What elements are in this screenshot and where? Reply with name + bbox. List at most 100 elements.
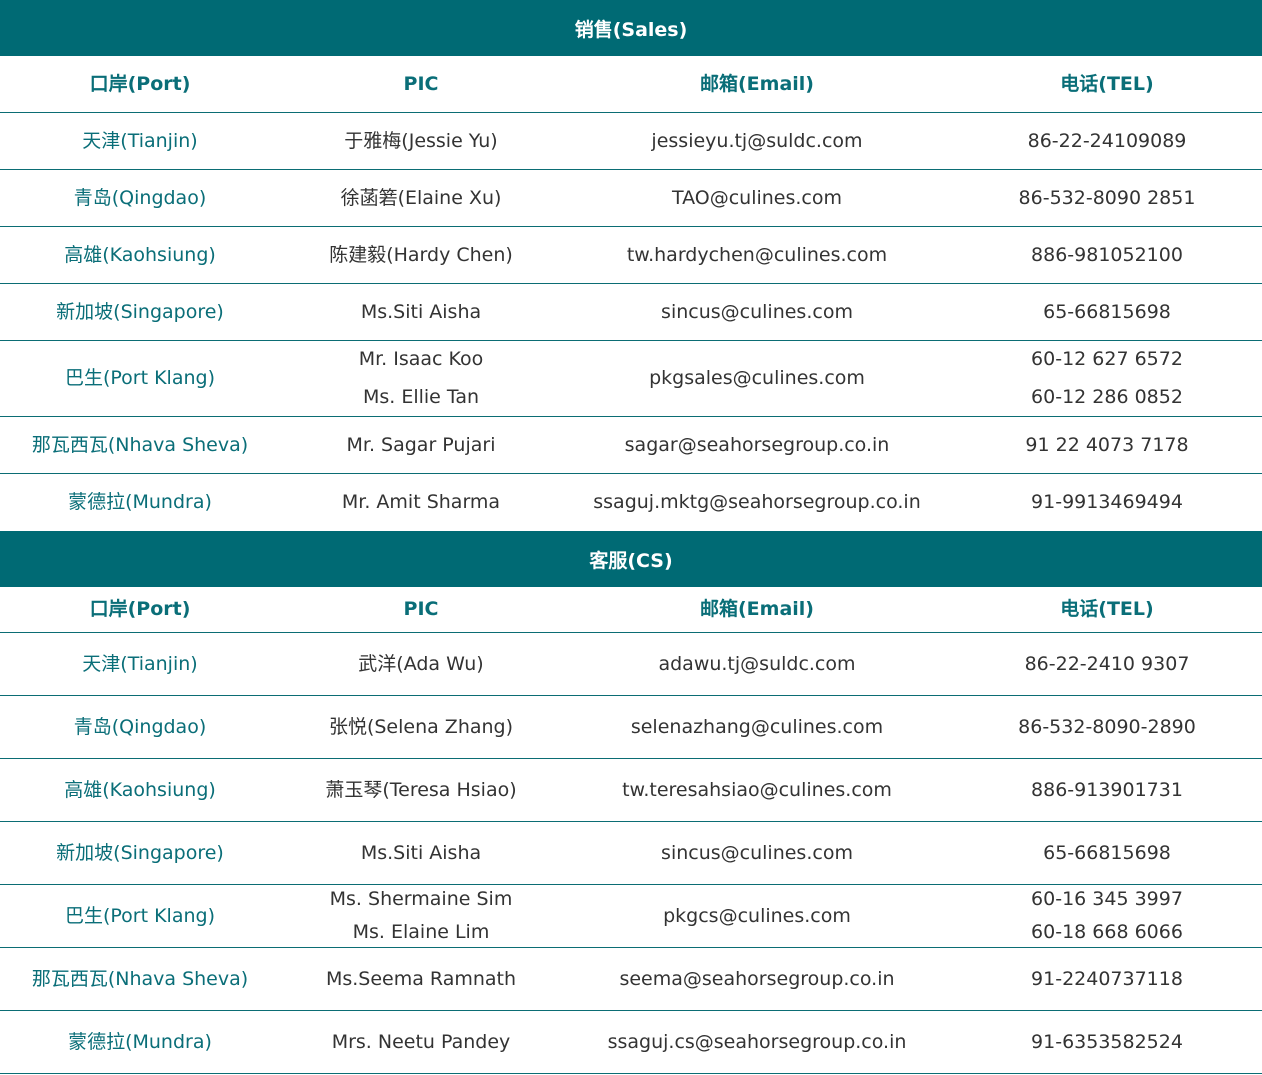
header-tel: 电话(TEL) <box>1060 598 1154 620</box>
header-email: 邮箱(Email) <box>700 598 814 620</box>
pic-cell: Mrs. Neetu Pandey <box>280 1011 562 1073</box>
pic-name: 武洋(Ada Wu) <box>358 652 484 675</box>
header-pic: PIC <box>403 72 439 95</box>
pic-name: 萧玉琴(Teresa Hsiao) <box>325 778 517 801</box>
tel-number: 886-913901731 <box>1031 778 1183 801</box>
sales-title-text: 销售(Sales) <box>574 18 688 41</box>
port-cell: 天津(Tianjin) <box>82 129 198 152</box>
pic-cell: 陈建毅(Hardy Chen) <box>280 227 562 283</box>
email-cell[interactable]: adawu.tj@suldc.com <box>562 633 952 695</box>
tel-number: 60-16 345 3997 <box>1031 888 1183 910</box>
email-cell[interactable]: ssaguj.cs@seahorsegroup.co.in <box>562 1011 952 1073</box>
pic-name: Ms.Siti Aisha <box>360 300 482 323</box>
table-row: 天津(Tianjin) 武洋(Ada Wu) adawu.tj@suldc.co… <box>0 633 1262 696</box>
header-email: 邮箱(Email) <box>700 72 814 95</box>
pic-name: Mr. Isaac Koo <box>358 348 484 370</box>
pic-cell: Ms.Siti Aisha <box>280 822 562 884</box>
tel-number: 886-981052100 <box>1031 243 1183 266</box>
pic-name: 于雅梅(Jessie Yu) <box>344 129 498 152</box>
port-cell: 青岛(Qingdao) <box>73 715 207 738</box>
table-row: 巴生(Port Klang) Mr. Isaac Koo Ms. Ellie T… <box>0 341 1262 417</box>
email-cell[interactable]: TAO@culines.com <box>562 170 952 226</box>
cs-header-row: 口岸(Port) PIC 邮箱(Email) 电话(TEL) <box>0 587 1262 633</box>
tel-number: 91-2240737118 <box>1031 967 1183 990</box>
port-cell: 天津(Tianjin) <box>82 652 198 675</box>
port-cell: 蒙德拉(Mundra) <box>68 1030 212 1053</box>
pic-cell: Mr. Isaac Koo Ms. Ellie Tan <box>280 341 562 416</box>
table-row: 高雄(Kaohsiung) 萧玉琴(Teresa Hsiao) tw.teres… <box>0 759 1262 822</box>
pic-name: Ms. Elaine Lim <box>352 921 490 943</box>
tel-number: 60-12 286 0852 <box>1031 386 1183 408</box>
header-tel: 电话(TEL) <box>1060 72 1154 95</box>
header-port: 口岸(Port) <box>89 72 191 95</box>
table-row: 那瓦西瓦(Nhava Sheva) Ms.Seema Ramnath seema… <box>0 948 1262 1011</box>
pic-cell: Mr. Amit Sharma <box>280 474 562 531</box>
tel-cell: 86-532-8090-2890 <box>952 696 1262 758</box>
pic-name: Ms. Shermaine Sim <box>329 888 513 910</box>
email-cell[interactable]: selenazhang@culines.com <box>562 696 952 758</box>
table-row: 高雄(Kaohsiung) 陈建毅(Hardy Chen) tw.hardych… <box>0 227 1262 284</box>
tel-number: 86-532-8090 2851 <box>1018 186 1196 209</box>
port-cell: 巴生(Port Klang) <box>64 904 215 927</box>
email-cell[interactable]: pkgsales@culines.com <box>562 341 952 416</box>
pic-name: Mrs. Neetu Pandey <box>331 1030 511 1053</box>
pic-name: 陈建毅(Hardy Chen) <box>329 243 513 266</box>
tel-cell: 86-532-8090 2851 <box>952 170 1262 226</box>
port-cell: 高雄(Kaohsiung) <box>64 243 216 266</box>
pic-name: Mr. Sagar Pujari <box>346 433 496 456</box>
table-row: 那瓦西瓦(Nhava Sheva) Mr. Sagar Pujari sagar… <box>0 417 1262 474</box>
table-row: 天津(Tianjin) 于雅梅(Jessie Yu) jessieyu.tj@s… <box>0 113 1262 170</box>
port-cell: 新加坡(Singapore) <box>56 841 224 864</box>
port-cell: 高雄(Kaohsiung) <box>64 778 216 801</box>
tel-cell: 91-9913469494 <box>952 474 1262 531</box>
table-row: 巴生(Port Klang) Ms. Shermaine Sim Ms. Ela… <box>0 885 1262 948</box>
sales-header-row: 口岸(Port) PIC 邮箱(Email) 电话(TEL) <box>0 56 1262 113</box>
email-cell[interactable]: ssaguj.mktg@seahorsegroup.co.in <box>562 474 952 531</box>
tel-number: 60-12 627 6572 <box>1031 348 1183 370</box>
port-cell: 新加坡(Singapore) <box>56 300 224 323</box>
port-cell: 那瓦西瓦(Nhava Sheva) <box>31 433 249 456</box>
pic-cell: 武洋(Ada Wu) <box>280 633 562 695</box>
email-cell[interactable]: jessieyu.tj@suldc.com <box>562 113 952 169</box>
cs-section-title: 客服(CS) <box>0 531 1262 587</box>
table-row: 蒙德拉(Mundra) Mrs. Neetu Pandey ssaguj.cs@… <box>0 1011 1262 1074</box>
email-cell[interactable]: seema@seahorsegroup.co.in <box>562 948 952 1010</box>
table-row: 新加坡(Singapore) Ms.Siti Aisha sincus@culi… <box>0 284 1262 341</box>
port-cell: 巴生(Port Klang) <box>64 367 215 389</box>
port-cell: 蒙德拉(Mundra) <box>68 491 212 513</box>
pic-cell: 徐菡箬(Elaine Xu) <box>280 170 562 226</box>
tel-cell: 65-66815698 <box>952 822 1262 884</box>
email-cell[interactable]: sincus@culines.com <box>562 822 952 884</box>
tel-cell: 91 22 4073 7178 <box>952 417 1262 473</box>
tel-number: 65-66815698 <box>1043 841 1171 864</box>
email-cell[interactable]: pkgcs@culines.com <box>562 885 952 947</box>
tel-cell: 91-6353582524 <box>952 1011 1262 1073</box>
email-cell[interactable]: sagar@seahorsegroup.co.in <box>562 417 952 473</box>
email-cell[interactable]: tw.hardychen@culines.com <box>562 227 952 283</box>
pic-cell: Ms.Seema Ramnath <box>280 948 562 1010</box>
tel-number: 86-22-24109089 <box>1027 129 1187 152</box>
pic-cell: 张悦(Selena Zhang) <box>280 696 562 758</box>
tel-number: 91-6353582524 <box>1031 1030 1183 1053</box>
tel-cell: 60-12 627 6572 60-12 286 0852 <box>952 341 1262 416</box>
tel-number: 86-532-8090-2890 <box>1018 715 1196 738</box>
port-cell: 那瓦西瓦(Nhava Sheva) <box>31 967 249 990</box>
pic-cell: 于雅梅(Jessie Yu) <box>280 113 562 169</box>
tel-cell: 60-16 345 3997 60-18 668 6066 <box>952 885 1262 947</box>
email-cell[interactable]: tw.teresahsiao@culines.com <box>562 759 952 821</box>
tel-cell: 886-913901731 <box>952 759 1262 821</box>
tel-number: 86-22-2410 9307 <box>1024 652 1190 675</box>
sales-section-title: 销售(Sales) <box>0 0 1262 56</box>
pic-name: Ms. Ellie Tan <box>362 386 480 408</box>
tel-cell: 91-2240737118 <box>952 948 1262 1010</box>
email-cell[interactable]: sincus@culines.com <box>562 284 952 340</box>
pic-cell: Ms. Shermaine Sim Ms. Elaine Lim <box>280 885 562 947</box>
tel-number: 65-66815698 <box>1043 300 1171 323</box>
table-row: 蒙德拉(Mundra) Mr. Amit Sharma ssaguj.mktg@… <box>0 474 1262 531</box>
port-cell: 青岛(Qingdao) <box>73 186 207 209</box>
pic-name: Ms.Siti Aisha <box>360 841 482 864</box>
pic-name: Ms.Seema Ramnath <box>325 967 517 990</box>
table-row: 新加坡(Singapore) Ms.Siti Aisha sincus@culi… <box>0 822 1262 885</box>
tel-number: 91-9913469494 <box>1031 491 1183 513</box>
pic-cell: Mr. Sagar Pujari <box>280 417 562 473</box>
